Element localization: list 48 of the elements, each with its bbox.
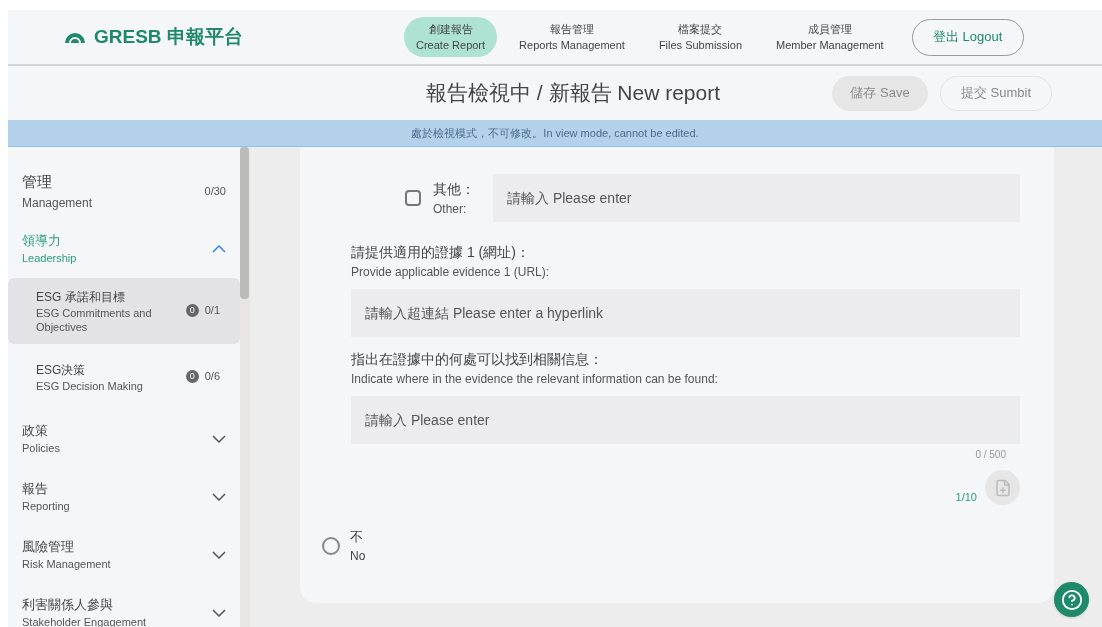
checkbox[interactable] bbox=[405, 190, 421, 206]
section-title: 管理 bbox=[22, 172, 53, 192]
item-title: ESG 承諾和目標 bbox=[36, 288, 126, 306]
chevron-down-icon bbox=[212, 492, 226, 501]
sidebar-item[interactable]: ESG 承諾和目標 ESG Commitments and Objectives 0 0/1 bbox=[8, 277, 240, 344]
nav-tab[interactable]: 創建報告 Create Report bbox=[404, 17, 498, 57]
radio-button[interactable] bbox=[322, 536, 340, 555]
logo-icon bbox=[64, 30, 86, 44]
item-count: 0/1 bbox=[204, 303, 220, 319]
chevron-up-icon bbox=[212, 244, 226, 253]
field-sublabel: Provide applicable evidence 1 (URL): bbox=[351, 264, 551, 281]
input-field[interactable]: 請輸入 Please enter bbox=[351, 396, 1020, 444]
nav-tab[interactable]: 檔案提交 Files Submission bbox=[646, 17, 754, 57]
item-count: 0/6 bbox=[204, 369, 220, 385]
count-badge: 0 bbox=[185, 370, 199, 383]
logo-title: GRESB 申報平台 bbox=[94, 24, 243, 49]
help-icon bbox=[1060, 588, 1083, 611]
file-plus-icon bbox=[993, 478, 1012, 497]
input-field[interactable]: 請輸入 Please enter bbox=[493, 174, 1020, 222]
file-count: 1/10 bbox=[955, 489, 977, 505]
sidebar-group[interactable]: 政策 Policies bbox=[8, 409, 240, 468]
item-subtitle: ESG Commitments and Objectives bbox=[36, 305, 153, 334]
scrollbar-thumb[interactable] bbox=[240, 147, 249, 299]
page-title: 報告檢視中 / 新報告 New report bbox=[426, 80, 721, 107]
nav-tab[interactable]: 成員管理 Member Management bbox=[764, 17, 896, 57]
add-file-button[interactable] bbox=[985, 470, 1020, 505]
field-label: 指出在證據中的何處可以找到相關信息： bbox=[351, 350, 604, 369]
option-label: 不 bbox=[350, 528, 364, 546]
chevron-down-icon bbox=[212, 434, 226, 443]
nav-tab[interactable]: 報告管理 Reports Management bbox=[507, 17, 637, 57]
character-counter: 0 / 500 bbox=[975, 448, 1006, 462]
input-field[interactable]: 請輸入超連結 Please enter a hyperlink bbox=[351, 289, 1020, 337]
option-sublabel: No bbox=[350, 547, 366, 565]
chevron-down-icon bbox=[212, 550, 226, 559]
section-subtitle: Management bbox=[22, 194, 93, 212]
chevron-down-icon bbox=[212, 608, 226, 617]
sidebar-item[interactable]: ESG決策 ESG Decision Making 0 0/6 bbox=[8, 343, 240, 410]
sidebar-group[interactable]: 報告 Reporting bbox=[8, 467, 240, 526]
view-mode-banner: 處於檢視模式，不可修改。In view mode, cannot be edited. bbox=[8, 120, 1102, 147]
count-badge: 0 bbox=[185, 304, 199, 317]
item-title: ESG決策 bbox=[36, 361, 87, 379]
section-count: 0/30 bbox=[204, 184, 226, 199]
other-sublabel: Other: bbox=[433, 200, 468, 218]
other-label: 其他： bbox=[433, 179, 476, 199]
field-sublabel: Indicate where in the evidence the relevant information can be found: bbox=[351, 371, 719, 388]
field-label: 請提供適用的證據 1 (網址)： bbox=[351, 243, 531, 262]
item-subtitle: ESG Decision Making bbox=[36, 378, 144, 393]
sidebar-group[interactable]: 風險管理 Risk Management bbox=[8, 525, 240, 584]
